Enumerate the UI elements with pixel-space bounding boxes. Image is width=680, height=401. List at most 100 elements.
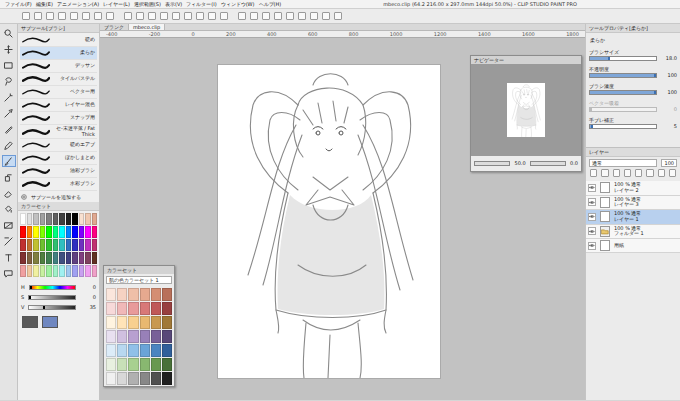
color-swatch[interactable] bbox=[66, 213, 72, 225]
color-swatch[interactable] bbox=[20, 213, 26, 225]
navigator-window[interactable]: ナビゲーター50.00.0 bbox=[470, 55, 582, 172]
layer-row[interactable]: 用紙 bbox=[586, 239, 680, 253]
command-icon[interactable] bbox=[220, 12, 228, 20]
color-swatch[interactable] bbox=[140, 358, 150, 371]
tool-button[interactable] bbox=[2, 139, 16, 151]
color-swatch[interactable] bbox=[79, 265, 85, 277]
slider-track[interactable] bbox=[589, 124, 657, 129]
color-swatch[interactable] bbox=[40, 252, 46, 264]
tool-button[interactable] bbox=[2, 219, 16, 231]
color-swatch[interactable] bbox=[33, 239, 39, 251]
command-icon[interactable] bbox=[238, 12, 246, 20]
command-icon[interactable] bbox=[58, 12, 66, 20]
color-swatch[interactable] bbox=[162, 358, 172, 371]
color-swatch[interactable] bbox=[46, 239, 52, 251]
layer-command-icon[interactable] bbox=[669, 169, 676, 177]
layer-row[interactable]: 100 % 通常レイヤー 2 bbox=[586, 181, 680, 196]
color-swatch[interactable] bbox=[128, 302, 138, 315]
menu-item[interactable]: レイヤー(L) bbox=[101, 1, 132, 7]
color-swatch[interactable] bbox=[72, 226, 78, 238]
color-swatch[interactable] bbox=[53, 239, 59, 251]
color-swatch[interactable] bbox=[40, 239, 46, 251]
color-swatch[interactable] bbox=[79, 213, 85, 225]
layer-command-icon[interactable] bbox=[590, 169, 597, 177]
color-swatch[interactable] bbox=[27, 239, 33, 251]
color-swatch[interactable] bbox=[162, 330, 172, 343]
document-tab[interactable]: mbeco.clip bbox=[129, 24, 165, 30]
color-swatch[interactable] bbox=[85, 226, 91, 238]
command-icon[interactable] bbox=[274, 12, 282, 20]
color-swatch[interactable] bbox=[72, 252, 78, 264]
color-swatch[interactable] bbox=[20, 239, 26, 251]
subtool-item[interactable]: 油彩ブラシ bbox=[20, 165, 97, 178]
color-swatch[interactable] bbox=[79, 226, 85, 238]
visibility-toggle[interactable] bbox=[588, 227, 596, 235]
color-swatch[interactable] bbox=[140, 372, 150, 385]
tool-button[interactable] bbox=[2, 43, 16, 55]
sub-color[interactable] bbox=[42, 316, 58, 328]
color-swatch[interactable] bbox=[140, 330, 150, 343]
color-swatch[interactable] bbox=[128, 372, 138, 385]
subtool-item[interactable]: ぼかしまとめ bbox=[20, 152, 97, 165]
tool-button[interactable] bbox=[2, 75, 16, 87]
color-swatch[interactable] bbox=[53, 213, 59, 225]
command-icon[interactable] bbox=[22, 12, 30, 20]
color-swatch[interactable] bbox=[20, 226, 26, 238]
color-swatch[interactable] bbox=[72, 239, 78, 251]
color-swatch[interactable] bbox=[140, 316, 150, 329]
color-swatch[interactable] bbox=[85, 252, 91, 264]
color-swatch[interactable] bbox=[33, 252, 39, 264]
command-icon[interactable] bbox=[208, 12, 216, 20]
tool-button[interactable] bbox=[2, 251, 16, 263]
color-swatch[interactable] bbox=[140, 288, 150, 301]
subtool-item[interactable]: 水彩ブラシ bbox=[20, 178, 97, 191]
property-row[interactable]: ブラシサイズ18.0 bbox=[586, 47, 680, 64]
command-icon[interactable] bbox=[136, 12, 144, 20]
property-row[interactable]: 手ブレ補正5 bbox=[586, 115, 680, 132]
angle-slider[interactable] bbox=[530, 161, 566, 166]
command-icon[interactable] bbox=[70, 12, 78, 20]
color-swatch[interactable] bbox=[128, 344, 138, 357]
color-swatch[interactable] bbox=[46, 213, 52, 225]
color-swatch[interactable] bbox=[117, 372, 127, 385]
tool-button[interactable] bbox=[2, 27, 16, 39]
command-icon[interactable] bbox=[196, 12, 204, 20]
subtool-item[interactable]: ベクター用 bbox=[20, 86, 97, 99]
slider-track[interactable] bbox=[589, 107, 657, 112]
command-icon[interactable] bbox=[262, 12, 270, 20]
tool-button[interactable] bbox=[2, 203, 16, 215]
color-swatch[interactable] bbox=[117, 302, 127, 315]
color-swatch[interactable] bbox=[27, 252, 33, 264]
color-swatch[interactable] bbox=[92, 265, 98, 277]
color-swatch[interactable] bbox=[53, 226, 59, 238]
color-swatch[interactable] bbox=[33, 265, 39, 277]
command-icon[interactable] bbox=[310, 12, 318, 20]
layer-command-icon[interactable] bbox=[646, 169, 653, 177]
blend-mode-select[interactable]: 通常 bbox=[589, 159, 657, 167]
color-swatch[interactable] bbox=[59, 252, 65, 264]
color-swatch[interactable] bbox=[106, 288, 116, 301]
subtool-item[interactable]: デッサン bbox=[20, 60, 97, 73]
menu-item[interactable]: 編集(E) bbox=[34, 1, 55, 7]
color-swatch[interactable] bbox=[46, 226, 52, 238]
color-swatch[interactable] bbox=[27, 213, 33, 225]
tool-button[interactable] bbox=[2, 59, 16, 71]
command-icon[interactable] bbox=[322, 12, 330, 20]
navigator-preview[interactable] bbox=[471, 64, 581, 156]
command-icon[interactable] bbox=[172, 12, 180, 20]
color-swatch[interactable] bbox=[117, 330, 127, 343]
color-swatch[interactable] bbox=[117, 358, 127, 371]
color-swatch[interactable] bbox=[33, 213, 39, 225]
menu-item[interactable]: 選択範囲(S) bbox=[132, 1, 163, 7]
color-swatch[interactable] bbox=[151, 302, 161, 315]
color-swatch[interactable] bbox=[46, 252, 52, 264]
layer-row[interactable]: 100 % 通常レイヤー 3 bbox=[586, 196, 680, 211]
canvas-desk[interactable]: ナビゲーター50.00.0カラーセット肌の色カラーセット 1 bbox=[100, 38, 585, 400]
subtool-item[interactable]: 硬め bbox=[20, 34, 97, 47]
color-swatch[interactable] bbox=[151, 288, 161, 301]
color-swatch[interactable] bbox=[162, 288, 172, 301]
layer-opacity[interactable]: 100 bbox=[661, 159, 677, 167]
color-swatch[interactable] bbox=[40, 213, 46, 225]
command-icon[interactable] bbox=[184, 12, 192, 20]
tool-button[interactable] bbox=[2, 171, 16, 183]
